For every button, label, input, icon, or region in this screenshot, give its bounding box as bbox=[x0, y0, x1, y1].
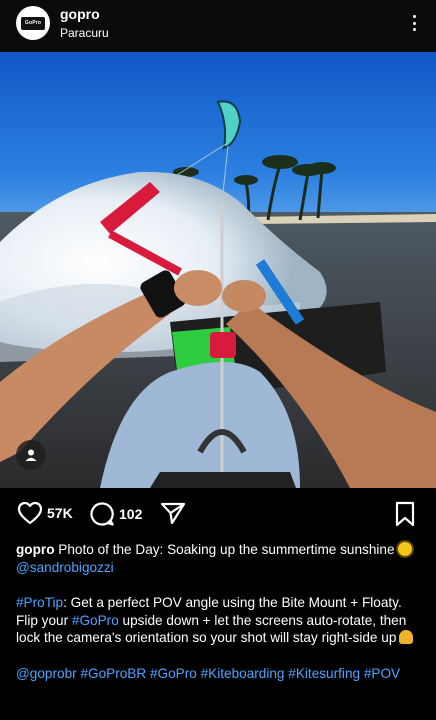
action-bar: 57K 102 bbox=[0, 497, 436, 531]
more-options-icon[interactable] bbox=[406, 12, 422, 34]
hashtag-gopro-inline[interactable]: #GoPro bbox=[72, 613, 119, 628]
hashtag-link[interactable]: #Kitesurfing bbox=[288, 666, 360, 681]
location[interactable]: Paracuru bbox=[60, 25, 109, 41]
share-button[interactable] bbox=[160, 501, 186, 525]
avatar-logo-text: GoPro bbox=[24, 20, 42, 26]
caption-paragraph-3: @goprobr #GoProBR #GoPro #Kiteboarding #… bbox=[16, 665, 422, 683]
user-info: gopro Paracuru bbox=[60, 6, 109, 41]
post-header: GoPro gopro Paracuru bbox=[0, 0, 436, 52]
kitesurf-pov-image bbox=[0, 52, 436, 488]
hashtag-link[interactable]: #GoProBR bbox=[80, 666, 146, 681]
hashtag-link[interactable]: #POV bbox=[364, 666, 400, 681]
person-icon bbox=[25, 449, 37, 461]
like-button[interactable]: 57K bbox=[17, 501, 73, 525]
tagged-users-icon[interactable] bbox=[16, 440, 46, 470]
sun-emoji-icon bbox=[397, 542, 412, 556]
flexed-biceps-emoji-icon bbox=[399, 630, 414, 644]
caption-text: Photo of the Day: Soaking up the summert… bbox=[58, 542, 395, 557]
username[interactable]: gopro bbox=[60, 6, 109, 23]
comment-button[interactable]: 102 bbox=[89, 501, 142, 527]
post-caption: gopro Photo of the Day: Soaking up the s… bbox=[16, 541, 422, 700]
profile-avatar[interactable]: GoPro bbox=[16, 6, 50, 40]
bookmark-icon bbox=[395, 501, 415, 527]
caption-paragraph-2: #ProTip: Get a perfect POV angle using t… bbox=[16, 594, 422, 647]
comments-count[interactable]: 102 bbox=[119, 506, 142, 522]
likes-count[interactable]: 57K bbox=[47, 505, 73, 521]
save-button[interactable] bbox=[394, 501, 416, 527]
send-icon bbox=[160, 502, 186, 525]
caption-username[interactable]: gopro bbox=[16, 542, 55, 557]
hashtag-link[interactable]: @goprobr bbox=[16, 666, 77, 681]
comment-icon bbox=[90, 502, 114, 526]
hashtag-link[interactable]: #GoPro bbox=[150, 666, 197, 681]
post-photo[interactable] bbox=[0, 52, 436, 488]
gopro-logo: GoPro bbox=[21, 16, 45, 30]
hashtag-protip[interactable]: #ProTip bbox=[16, 595, 63, 610]
mention-link[interactable]: @sandrobigozzi bbox=[16, 560, 114, 575]
hashtag-link[interactable]: #Kiteboarding bbox=[201, 666, 285, 681]
caption-paragraph-1: gopro Photo of the Day: Soaking up the s… bbox=[16, 541, 422, 576]
heart-icon bbox=[17, 501, 43, 525]
